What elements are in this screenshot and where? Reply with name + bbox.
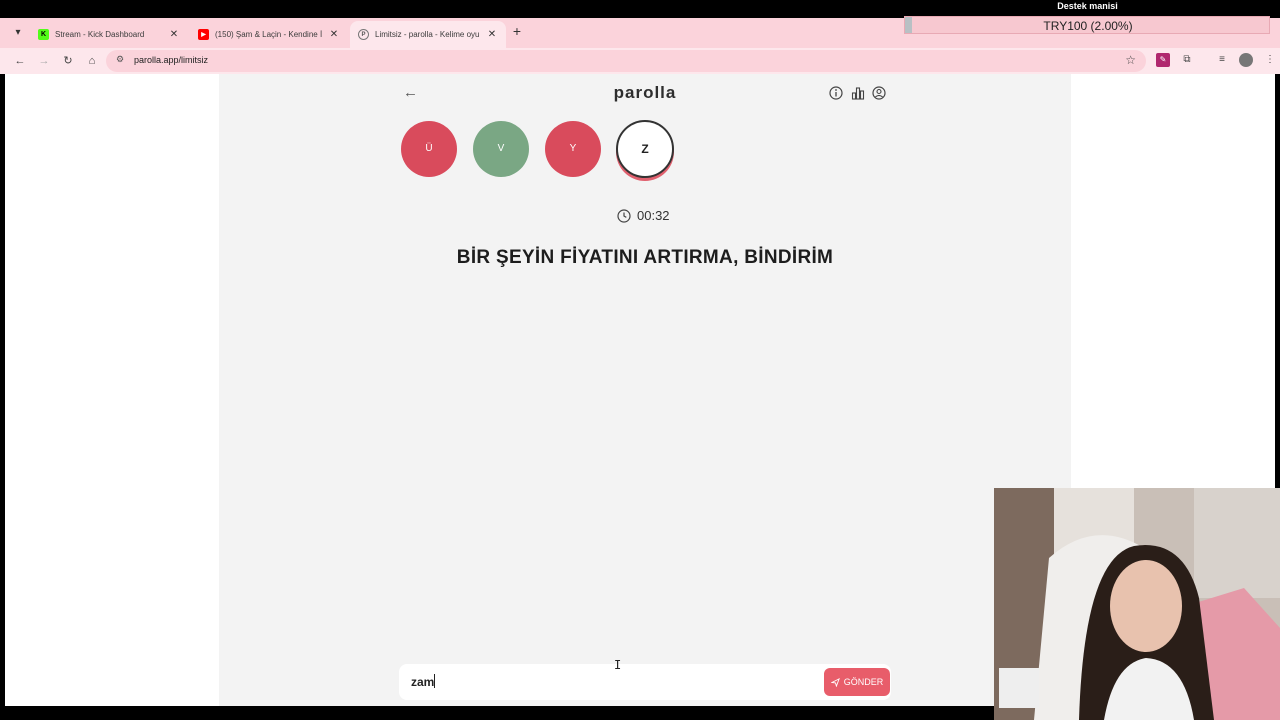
screen: ▾ K Stream - Kick Dashboard ✕ ▶ (150) Şa… — [0, 0, 1280, 720]
close-tab-icon[interactable]: ✕ — [486, 29, 498, 40]
user-icon[interactable] — [872, 86, 886, 100]
site-info-icon[interactable]: ⚙ — [116, 54, 124, 65]
tab-title: Stream - Kick Dashboard — [55, 30, 145, 39]
tab-youtube[interactable]: ▶ (150) Şam & Laçin - Kendine İy ✕ — [190, 21, 348, 48]
extension-icon[interactable]: ✎ — [1156, 53, 1170, 67]
forward-icon[interactable]: → — [36, 53, 52, 69]
donation-amount: TRY100 (2.00%) — [1043, 19, 1133, 33]
webcam-image — [994, 488, 1280, 720]
send-icon — [830, 677, 840, 687]
text-caret — [434, 674, 435, 688]
address-bar[interactable]: ⚙ parolla.app/limitsiz ☆ — [106, 50, 1146, 72]
current-letter-bubble: Z — [616, 120, 674, 178]
webcam-feed — [994, 488, 1280, 720]
send-button[interactable]: GÖNDER — [824, 668, 890, 696]
app-logo: parolla — [613, 83, 677, 102]
donation-goal-title: Destek manisi — [1057, 1, 1118, 11]
tab-title: (150) Şam & Laçin - Kendine İy — [215, 30, 322, 39]
new-tab-plus-icon[interactable]: + — [510, 24, 524, 38]
browser-toolbar: ← → ↻ ⌂ ⚙ parolla.app/limitsiz ☆ ✎ ⧉ ≡ ⋮ — [0, 48, 1280, 74]
bookmark-star-icon[interactable]: ☆ — [1125, 53, 1136, 67]
mouse-cursor: I — [614, 658, 622, 672]
timer-value: 00:32 — [637, 208, 670, 223]
back-arrow-icon[interactable]: ← — [403, 84, 418, 101]
youtube-icon: ▶ — [198, 29, 209, 40]
close-tab-icon[interactable]: ✕ — [328, 29, 340, 40]
browser-menu-icon[interactable]: ⋮ — [1263, 53, 1277, 67]
media-controls-icon[interactable]: ≡ — [1215, 53, 1229, 67]
answer-input[interactable] — [411, 675, 571, 689]
letter-bubble: V — [473, 121, 529, 177]
reload-icon[interactable]: ↻ — [60, 53, 76, 69]
letter-bubble: Y — [545, 121, 601, 177]
kick-icon: K — [38, 29, 49, 40]
close-tab-icon[interactable]: ✕ — [168, 29, 180, 40]
answer-input-container: GÖNDER — [399, 664, 891, 700]
timer: 00:32 — [617, 208, 670, 223]
url-text[interactable]: parolla.app/limitsiz — [134, 55, 208, 65]
tab-title: Limitsiz - parolla - Kelime oyun — [375, 30, 480, 39]
info-icon[interactable] — [829, 86, 843, 100]
donation-progress-bar: TRY100 (2.00%) — [904, 16, 1270, 34]
clock-icon — [617, 208, 631, 223]
home-icon[interactable]: ⌂ — [84, 53, 100, 69]
letter-bubble: Ü — [401, 121, 457, 177]
parolla-icon: P — [358, 29, 369, 40]
tab-kick-dashboard[interactable]: K Stream - Kick Dashboard ✕ — [30, 21, 188, 48]
extensions-puzzle-icon[interactable]: ⧉ — [1180, 53, 1194, 67]
profile-avatar[interactable] — [1239, 53, 1253, 67]
stats-icon[interactable] — [851, 86, 865, 100]
question-text: BİR ŞEYİN FİYATINI ARTIRMA, BİNDİRİM — [456, 247, 834, 268]
send-button-label: GÖNDER — [843, 677, 884, 687]
back-icon[interactable]: ← — [12, 53, 28, 69]
tab-search-chevron-icon[interactable]: ▾ — [10, 25, 26, 41]
tab-parolla[interactable]: P Limitsiz - parolla - Kelime oyun ✕ — [350, 21, 506, 48]
